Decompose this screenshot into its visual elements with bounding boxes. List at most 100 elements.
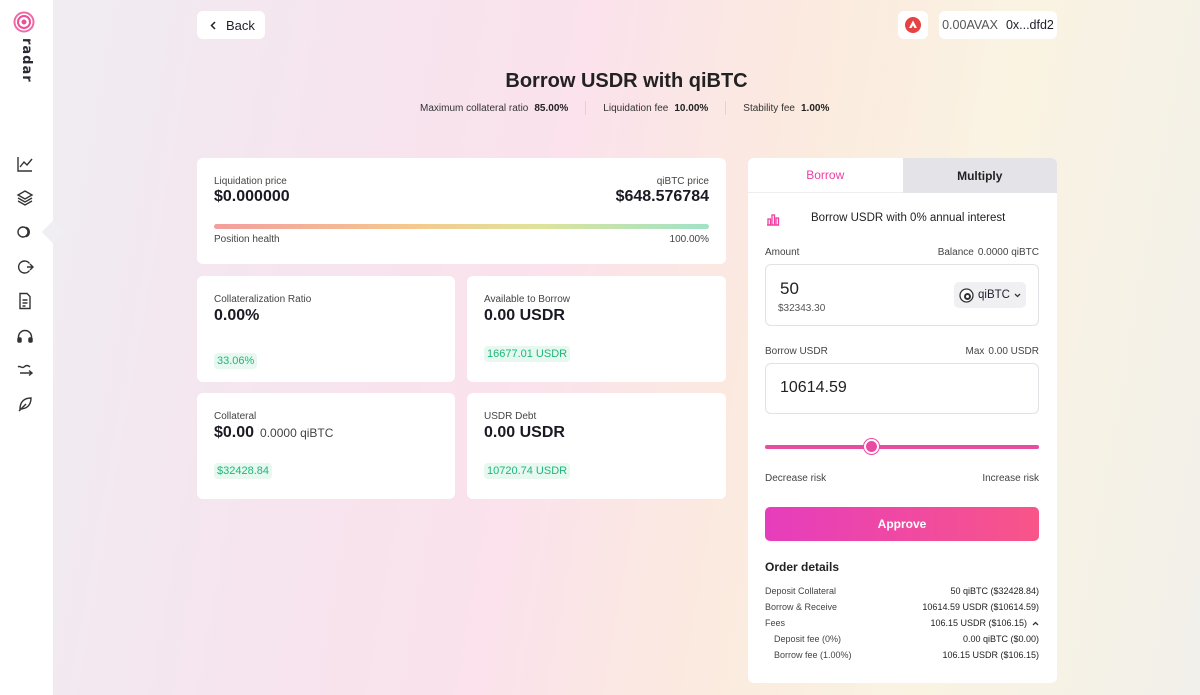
stat-label: Maximum collateral ratio	[420, 102, 529, 114]
usdr-debt-card: USDR Debt 0.00 USDR 10720.74 USDR	[467, 393, 726, 499]
wallet-button[interactable]: 0.00AVAX 0x...dfd2	[939, 11, 1057, 39]
nav-item-docs[interactable]	[14, 290, 36, 312]
stat-label: Liquidation fee	[603, 102, 669, 114]
projected-value: $32428.84	[214, 463, 272, 479]
avax-balance: 0.00AVAX	[942, 18, 998, 32]
risk-slider-thumb[interactable]	[864, 439, 880, 454]
balance-display: Balance 0.0000 qiBTC	[938, 247, 1039, 258]
order-row-borrow: Borrow & Receive 10614.59 USDR ($10614.5…	[765, 602, 1039, 612]
nav-item-analytics[interactable]	[14, 153, 36, 175]
card-value: 0.00%	[214, 307, 260, 324]
amount-field[interactable]: 50 $32343.30 qiBTC	[765, 264, 1039, 326]
stat-label: Stability fee	[743, 102, 795, 114]
borrow-usdr-label: Borrow USDR	[765, 346, 828, 357]
qibtc-token-icon	[959, 287, 974, 303]
token-select[interactable]: qiBTC	[954, 282, 1026, 308]
chevron-up-icon	[1032, 621, 1039, 625]
wallet-address: 0x...dfd2	[1005, 18, 1054, 32]
chart-line-icon	[17, 157, 33, 172]
card-label: Available to Borrow	[484, 294, 570, 305]
order-row-borrow-fee: Borrow fee (1.00%) 106.15 USDR ($106.15)	[774, 650, 1039, 660]
projected-value: 33.06%	[214, 353, 258, 369]
panel-intro: Borrow USDR with 0% annual interest	[811, 212, 1006, 224]
order-row-value: 106.15 USDR ($106.15)	[930, 618, 1027, 628]
card-value: 0.00 USDR	[484, 307, 565, 324]
liquidation-price-label: Liquidation price	[214, 176, 287, 187]
collateral-values: $0.00 0.0000 qiBTC	[214, 424, 333, 442]
risk-slider-track[interactable]	[765, 445, 1039, 449]
network-button[interactable]	[898, 11, 928, 39]
approve-button[interactable]: Approve	[765, 507, 1039, 541]
stat-liquidation-fee: Liquidation fee 10.00%	[603, 103, 708, 114]
order-row-value: 10614.59 USDR ($10614.59)	[922, 602, 1039, 612]
position-health-bar	[214, 224, 709, 229]
card-label: USDR Debt	[484, 411, 537, 422]
leaf-icon	[18, 397, 32, 412]
nav-item-vaults[interactable]	[14, 187, 36, 209]
borrow-panel: Borrow Multiply Borrow USDR with 0% annu…	[748, 158, 1057, 683]
document-icon	[19, 292, 31, 310]
order-row-value: 50 qiBTC ($32428.84)	[950, 586, 1039, 596]
back-button[interactable]: Back	[197, 11, 265, 39]
token-label: qiBTC	[978, 289, 1010, 301]
nav-item-swap[interactable]	[14, 359, 36, 381]
amount-input[interactable]: 50	[780, 279, 799, 299]
swap-arrows-icon	[17, 364, 34, 377]
borrow-input[interactable]: 10614.59	[780, 379, 847, 397]
stat-value: 10.00%	[674, 102, 709, 114]
max-display: Max 0.00 USDR	[966, 346, 1039, 357]
asset-price-value: $648.576784	[615, 188, 709, 205]
divider	[585, 101, 587, 115]
nav-item-borrow[interactable]	[14, 221, 36, 243]
order-row-label: Borrow & Receive	[765, 602, 838, 612]
projected-value: 16677.01 USDR	[484, 346, 571, 362]
order-row-label: Fees	[765, 618, 786, 628]
increase-risk-label: Increase risk	[982, 473, 1039, 484]
nav-item-exchange[interactable]	[14, 256, 36, 278]
tab-multiply[interactable]: Multiply	[902, 158, 1057, 193]
nav-item-farm[interactable]	[14, 393, 36, 415]
coins-icon	[17, 226, 30, 238]
card-label: Collateral	[214, 411, 257, 422]
avalanche-icon	[905, 17, 921, 33]
radar-logo-icon[interactable]	[12, 10, 36, 34]
asset-price-label: qiBTC price	[656, 176, 709, 187]
card-subvalue: 0.0000 qiBTC	[260, 426, 334, 440]
card-value: 0.00 USDR	[484, 424, 565, 441]
stat-value: 1.00%	[800, 102, 830, 114]
order-row-deposit: Deposit Collateral 50 qiBTC ($32428.84)	[765, 586, 1039, 596]
decrease-risk-label: Decrease risk	[765, 473, 827, 484]
max-value: 0.00 USDR	[988, 346, 1039, 357]
exchange-icon	[18, 260, 34, 274]
back-label: Back	[226, 17, 255, 33]
order-row-value: 0.00 qiBTC ($0.00)	[962, 634, 1039, 644]
order-row-label: Deposit Collateral	[765, 586, 837, 596]
chevron-left-icon	[210, 20, 216, 30]
chevron-down-icon	[1014, 293, 1021, 297]
order-row-fees[interactable]: Fees 106.15 USDR ($106.15)	[765, 618, 1039, 628]
order-row-value: 106.15 USDR ($106.15)	[942, 650, 1039, 660]
panel-tabs: Borrow Multiply	[748, 158, 1057, 193]
position-health-value: 100.00%	[669, 234, 709, 245]
amount-usd-value: $32343.30	[778, 303, 826, 314]
headphones-icon	[17, 329, 33, 343]
tab-borrow[interactable]: Borrow	[748, 158, 903, 193]
position-card: Liquidation price $0.000000 qiBTC price …	[197, 158, 726, 264]
balance-value: 0.0000 qiBTC	[977, 247, 1039, 258]
max-label: Max	[965, 346, 985, 357]
stat-stability-fee: Stability fee 1.00%	[743, 103, 829, 114]
order-row-label: Borrow fee (1.00%)	[774, 650, 852, 660]
card-label: Collateralization Ratio	[214, 294, 312, 305]
order-row-deposit-fee: Deposit fee (0%) 0.00 qiBTC ($0.00)	[774, 634, 1039, 644]
page-title: Borrow USDR with qiBTC	[505, 70, 748, 92]
liquidation-price-value: $0.000000	[214, 188, 290, 205]
stat-value: 85.00%	[534, 102, 569, 114]
divider	[725, 101, 727, 115]
position-health-label: Position health	[214, 234, 280, 245]
card-value: $0.00	[214, 424, 255, 441]
nav-item-support[interactable]	[14, 325, 36, 347]
borrow-field[interactable]: 10614.59	[765, 363, 1039, 414]
bar-chart-icon	[767, 214, 780, 226]
available-to-borrow-card: Available to Borrow 0.00 USDR 16677.01 U…	[467, 276, 726, 382]
balance-label: Balance	[937, 247, 974, 258]
